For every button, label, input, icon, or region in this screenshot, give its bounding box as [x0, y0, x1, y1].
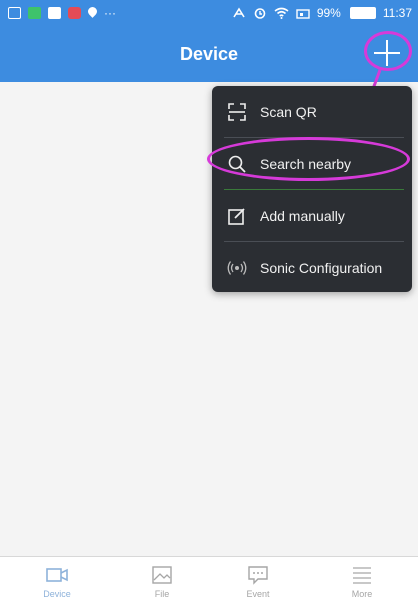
nav-label: Device — [43, 589, 71, 599]
nav-label: Event — [246, 589, 270, 599]
bottom-nav: Device File Event More — [0, 556, 418, 607]
image-notification-icon — [48, 7, 61, 19]
status-bar: ··· 99% 11:37 — [0, 0, 418, 26]
annotation-circle-add — [364, 31, 412, 71]
data-icon — [296, 9, 310, 19]
menu-item-label: Sonic Configuration — [260, 259, 383, 276]
app-notification-icon — [28, 7, 41, 19]
list-icon — [353, 567, 371, 584]
battery-percent: 99% — [316, 6, 341, 20]
nav-item-file[interactable]: File — [110, 557, 214, 607]
clock: 11:37 — [382, 6, 412, 20]
battery-icon — [349, 7, 376, 19]
nav-item-event[interactable]: Event — [206, 557, 310, 607]
camera-icon — [46, 568, 68, 582]
menu-item-scan-qr[interactable]: Scan QR — [212, 86, 412, 137]
menu-item-add-manually[interactable]: Add manually — [212, 190, 412, 241]
status-right: 99% 11:37 — [232, 6, 412, 20]
wifi-icon — [274, 7, 289, 19]
nav-item-device[interactable]: Device — [5, 557, 109, 607]
message-icon — [248, 566, 268, 585]
annotation-circle-search — [207, 137, 410, 181]
menu-item-sonic-configuration[interactable]: Sonic Configuration — [212, 242, 412, 293]
edit-icon — [226, 205, 248, 227]
nfc-icon — [233, 7, 245, 18]
nav-item-more[interactable]: More — [310, 557, 414, 607]
gallery-notification-icon — [8, 7, 21, 19]
sonic-wave-icon — [226, 257, 248, 279]
qr-scan-icon — [226, 101, 248, 123]
alarm-icon — [254, 8, 266, 19]
add-device-menu: Scan QR Search nearby Add manually Sonic… — [212, 86, 412, 292]
image-icon — [152, 566, 172, 584]
menu-item-label: Scan QR — [260, 103, 317, 120]
status-left: ··· — [8, 6, 116, 20]
location-icon — [88, 7, 97, 19]
chat-notification-icon — [68, 7, 81, 19]
menu-item-label: Add manually — [260, 207, 345, 224]
more-notifications: ··· — [104, 6, 116, 20]
nav-label: More — [351, 589, 373, 599]
nav-label: File — [154, 589, 170, 599]
